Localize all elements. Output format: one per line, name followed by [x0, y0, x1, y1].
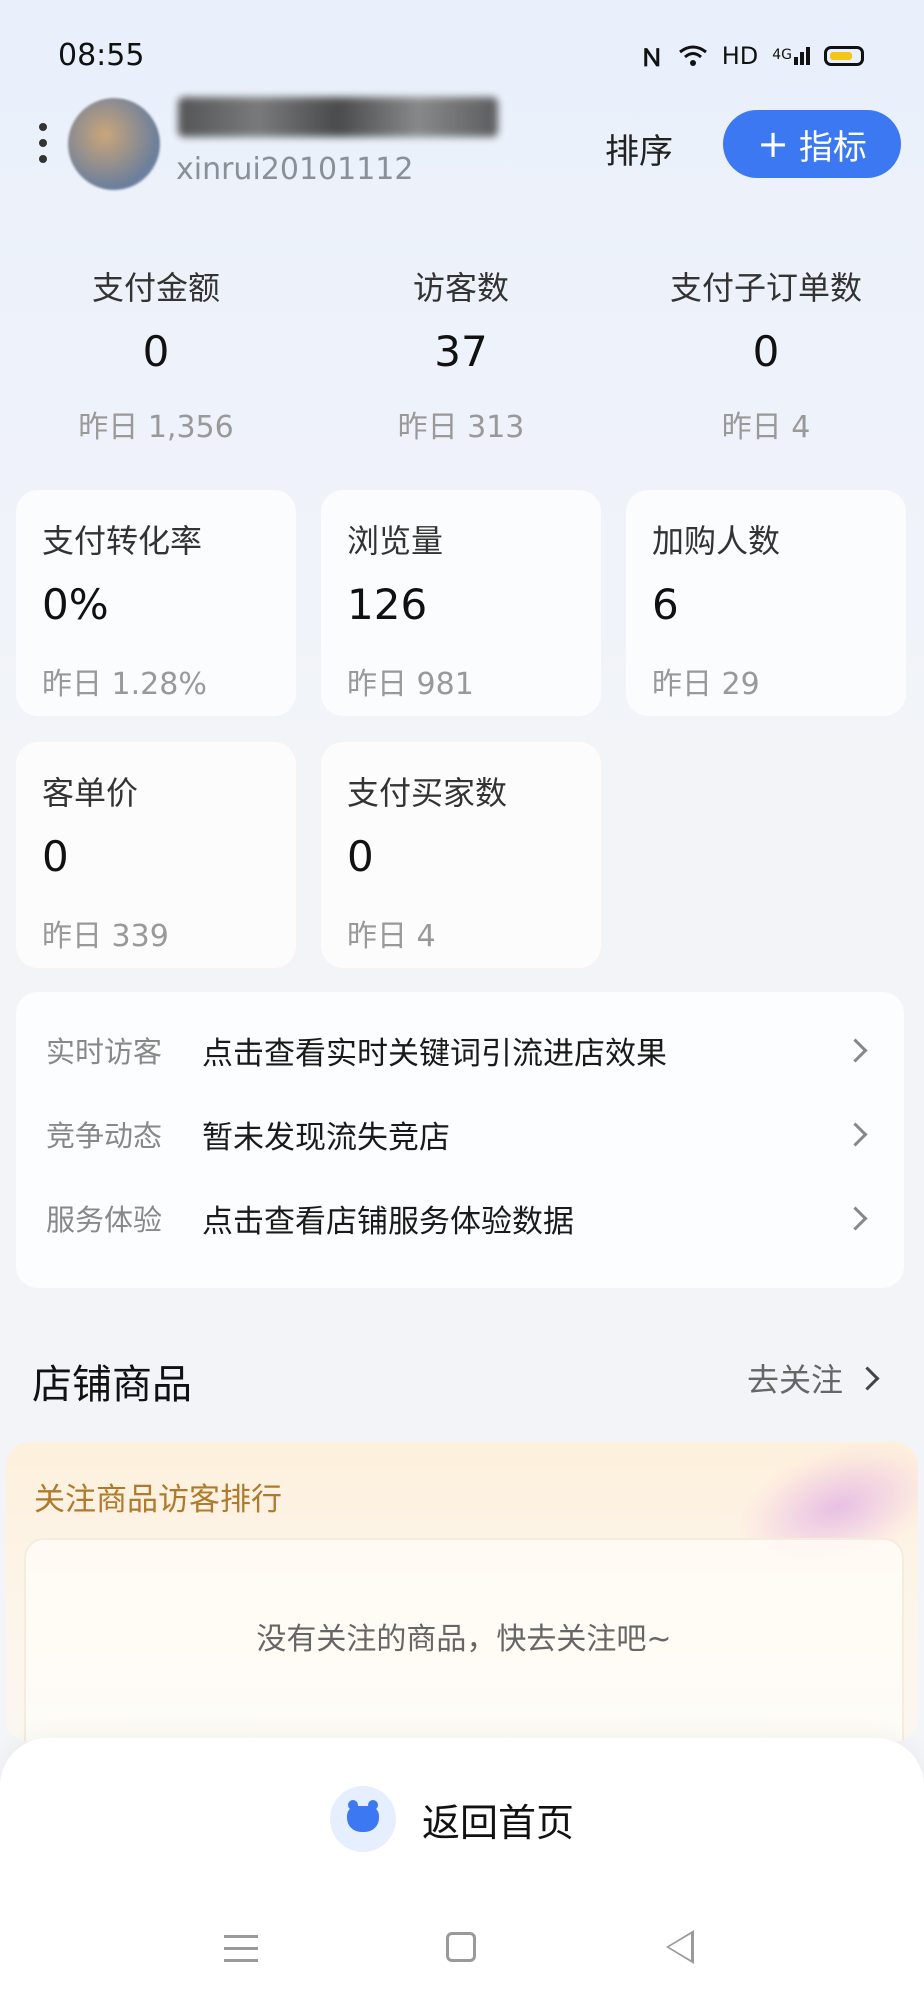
card-value: 6 — [652, 580, 679, 629]
more-menu-icon[interactable] — [36, 123, 50, 163]
rank-empty-box: 没有关注的商品，快去关注吧~ — [24, 1538, 904, 1742]
store-avatar[interactable] — [68, 98, 160, 190]
chevron-right-icon — [843, 1121, 868, 1147]
add-metric-button[interactable]: + 指标 — [723, 110, 901, 178]
card-label: 支付买家数 — [347, 774, 508, 812]
card-page-views[interactable]: 浏览量 126 昨日 981 — [321, 490, 601, 716]
status-time: 08:55 — [58, 38, 145, 73]
store-id: xinrui20101112 — [176, 152, 414, 187]
card-yesterday: 昨日 1.28% — [42, 667, 207, 702]
signal-icon: 4G — [772, 46, 810, 65]
back-to-home-button[interactable]: 返回首页 — [330, 1786, 574, 1852]
card-value: 126 — [347, 580, 428, 629]
metric-label: 访客数 — [412, 269, 509, 307]
rank-title: 关注商品访客排行 — [34, 1482, 282, 1518]
sort-button[interactable]: 排序 — [605, 124, 673, 173]
battery-icon — [824, 45, 864, 66]
card-label: 客单价 — [42, 774, 139, 812]
insight-key: 服务体验 — [46, 1203, 163, 1237]
card-label: 浏览量 — [347, 522, 444, 560]
back-to-home-label: 返回首页 — [422, 1800, 575, 1845]
nav-back-icon[interactable] — [666, 1930, 694, 1964]
insight-key: 竞争动态 — [46, 1119, 163, 1153]
store-name-blurred — [178, 97, 498, 137]
section-title: 店铺商品 — [32, 1362, 192, 1408]
card-yesterday: 昨日 29 — [652, 667, 760, 702]
metric-yesterday: 昨日 1,356 — [78, 410, 234, 445]
card-value: 0% — [42, 580, 109, 629]
metric-yesterday: 昨日 4 — [721, 410, 811, 445]
insight-row-realtime-visitors[interactable]: 实时访客 点击查看实时关键词引流进店效果 — [46, 1020, 874, 1080]
metric-label: 支付金额 — [91, 269, 220, 307]
insight-key: 实时访客 — [46, 1035, 163, 1069]
card-value: 0 — [42, 832, 69, 881]
network-label: HD — [721, 41, 759, 70]
metric-value: 0 — [142, 327, 170, 376]
insight-row-service[interactable]: 服务体验 点击查看店铺服务体验数据 — [46, 1188, 874, 1248]
card-conversion-rate[interactable]: 支付转化率 0% 昨日 1.28% — [16, 490, 296, 716]
insight-text: 点击查看店铺服务体验数据 — [202, 1203, 574, 1240]
nav-home-icon[interactable] — [446, 1932, 476, 1962]
card-avg-order-value[interactable]: 客单价 0 昨日 339 — [16, 742, 296, 968]
insight-row-competition[interactable]: 竞争动态 暂未发现流失竞店 — [46, 1104, 874, 1164]
insight-panel: 实时访客 点击查看实时关键词引流进店效果 竞争动态 暂未发现流失竞店 服务体验 … — [16, 992, 904, 1288]
go-follow-label: 去关注 — [746, 1361, 843, 1399]
metric-pay-amount[interactable]: 支付金额 0 昨日 1,356 — [6, 263, 306, 446]
insight-text: 暂未发现流失竞店 — [202, 1119, 450, 1156]
card-yesterday: 昨日 339 — [42, 919, 169, 954]
status-icons: Ｎ HD 4G — [640, 38, 864, 73]
insight-text: 点击查看实时关键词引流进店效果 — [202, 1035, 667, 1072]
metric-value: 37 — [434, 327, 488, 376]
card-add-to-cart[interactable]: 加购人数 6 昨日 29 — [626, 490, 906, 716]
chevron-right-icon — [855, 1365, 880, 1391]
chevron-right-icon — [843, 1205, 868, 1231]
card-label: 支付转化率 — [42, 522, 203, 560]
nav-menu-icon[interactable] — [224, 1935, 258, 1971]
chevron-right-icon — [843, 1037, 868, 1063]
signal-label: 4G — [772, 46, 792, 63]
empty-state-text: 没有关注的商品，快去关注吧~ — [256, 1622, 672, 1657]
go-follow-link[interactable]: 去关注 — [747, 1355, 886, 1401]
metric-label: 支付子订单数 — [669, 269, 862, 307]
metric-sub-orders[interactable]: 支付子订单数 0 昨日 4 — [616, 263, 916, 446]
followed-goods-rank-panel: 关注商品访客排行 没有关注的商品，快去关注吧~ — [6, 1442, 918, 1742]
card-label: 加购人数 — [652, 522, 781, 560]
metric-value: 0 — [752, 327, 780, 376]
card-yesterday: 昨日 981 — [347, 667, 474, 702]
card-yesterday: 昨日 4 — [347, 919, 436, 954]
metric-yesterday: 昨日 313 — [397, 410, 525, 445]
add-metric-label: 指标 — [798, 127, 867, 168]
metric-visitors[interactable]: 访客数 37 昨日 313 — [311, 263, 611, 446]
card-value: 0 — [347, 832, 374, 881]
nfc-icon: Ｎ — [639, 44, 664, 72]
plus-icon: + — [757, 122, 789, 166]
mascot-icon — [330, 1786, 396, 1852]
wifi-icon — [678, 45, 707, 66]
card-paying-buyers[interactable]: 支付买家数 0 昨日 4 — [321, 742, 601, 968]
